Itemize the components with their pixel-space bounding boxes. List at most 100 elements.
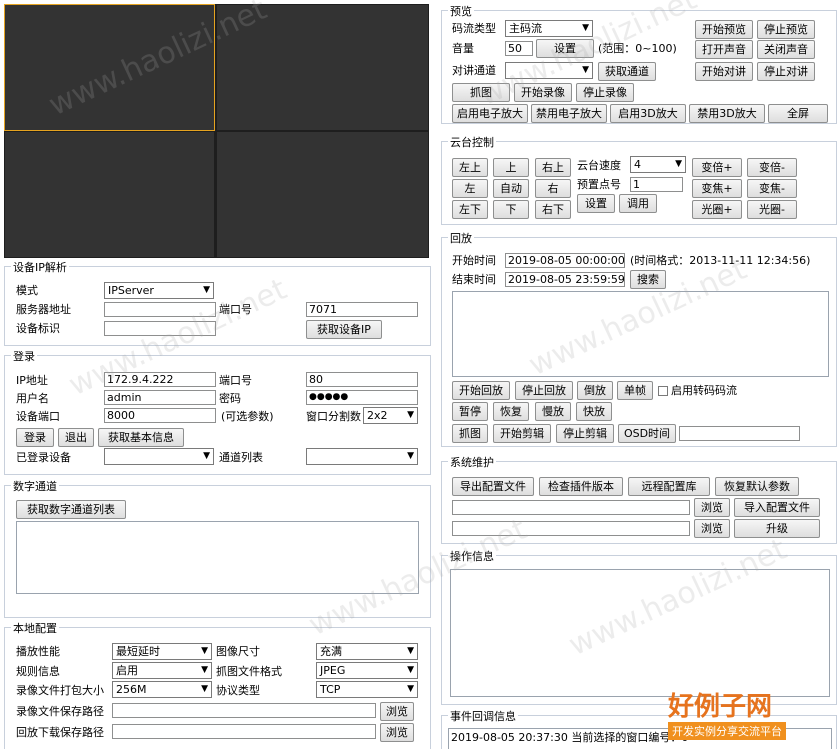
start-talk-button[interactable]: 开始对讲	[695, 62, 753, 81]
stop-talk-button[interactable]: 停止对讲	[757, 62, 815, 81]
reverse-play-button[interactable]: 倒放	[577, 381, 613, 400]
search-button[interactable]: 搜索	[630, 270, 666, 289]
device-id-input[interactable]	[104, 321, 216, 336]
export-config-button[interactable]: 导出配置文件	[452, 477, 534, 496]
transcode-checkbox[interactable]	[658, 386, 668, 396]
import-browse-button[interactable]: 浏览	[694, 498, 730, 517]
start-preview-button[interactable]: 开始预览	[695, 20, 753, 39]
resume-button[interactable]: 恢复	[493, 402, 529, 421]
import-config-button[interactable]: 导入配置文件	[734, 498, 820, 517]
start-clip-button[interactable]: 开始剪辑	[493, 424, 551, 443]
ptz-auto-button[interactable]: 自动	[493, 179, 529, 198]
video-window-2[interactable]	[4, 131, 215, 258]
username-input[interactable]: admin	[104, 390, 216, 405]
volume-input[interactable]: 50	[505, 41, 533, 56]
preset-number-input[interactable]: 1	[630, 177, 683, 192]
talk-channel-label: 对讲通道	[452, 64, 496, 77]
ip-address-input[interactable]: 172.9.4.222	[104, 372, 216, 387]
disable-3d-zoom-button[interactable]: 禁用3D放大	[689, 104, 765, 123]
ptz-up-left-button[interactable]: 左上	[452, 158, 488, 177]
record-path-input[interactable]	[112, 703, 376, 718]
logout-button[interactable]: 退出	[58, 428, 94, 447]
ptz-down-right-button[interactable]: 右下	[535, 200, 571, 219]
download-path-input[interactable]	[112, 724, 376, 739]
restore-default-button[interactable]: 恢复默认参数	[715, 477, 799, 496]
preset-set-button[interactable]: 设置	[577, 194, 615, 213]
capture-button[interactable]: 抓图	[452, 83, 510, 102]
end-time-input[interactable]: 2019-08-05 23:59:59	[505, 272, 625, 287]
video-window-0[interactable]	[4, 4, 215, 131]
osd-time-button[interactable]: OSD时间	[618, 424, 676, 443]
ptz-down-left-button[interactable]: 左下	[452, 200, 488, 219]
focus-in-button[interactable]: 变焦+	[692, 179, 742, 198]
get-channel-button[interactable]: 获取通道	[598, 62, 656, 81]
enable-ezoom-button[interactable]: 启用电子放大	[452, 104, 528, 123]
channel-list-select[interactable]: ▼	[306, 448, 418, 465]
record-path-browse-button[interactable]: 浏览	[380, 702, 414, 721]
focus-out-button[interactable]: 变焦-	[747, 179, 797, 198]
pack-size-select[interactable]: 256M ▼	[112, 681, 212, 698]
device-port-input[interactable]: 8000	[104, 408, 216, 423]
volume-set-button[interactable]: 设置	[536, 39, 594, 58]
stop-preview-button[interactable]: 停止预览	[757, 20, 815, 39]
playback-capture-button[interactable]: 抓图	[452, 424, 488, 443]
mode-select[interactable]: IPServer ▼	[104, 282, 214, 299]
upgrade-file-path-input[interactable]	[452, 521, 690, 536]
zoom-in-button[interactable]: 变倍+	[692, 158, 742, 177]
upgrade-button[interactable]: 升级	[734, 519, 820, 538]
get-basic-info-button[interactable]: 获取基本信息	[98, 428, 184, 447]
stop-record-button[interactable]: 停止录像	[576, 83, 634, 102]
open-sound-button[interactable]: 打开声音	[695, 40, 753, 59]
start-record-button[interactable]: 开始录像	[514, 83, 572, 102]
logged-devices-select[interactable]: ▼	[104, 448, 214, 465]
get-device-ip-button[interactable]: 获取设备IP	[306, 320, 382, 339]
fast-play-button[interactable]: 快放	[576, 402, 612, 421]
password-input[interactable]: ●●●●●	[306, 390, 418, 405]
capture-format-select[interactable]: JPEG ▼	[316, 662, 418, 679]
osd-time-input[interactable]	[679, 426, 800, 441]
ptz-down-button[interactable]: 下	[493, 200, 529, 219]
parse-port-input[interactable]: 7071	[306, 302, 418, 317]
stream-type-select[interactable]: 主码流 ▼	[505, 20, 593, 37]
pause-button[interactable]: 暂停	[452, 402, 488, 421]
iris-out-button[interactable]: 光圈-	[747, 200, 797, 219]
image-size-select[interactable]: 充满 ▼	[316, 643, 418, 660]
start-time-input[interactable]: 2019-08-05 00:00:00	[505, 253, 625, 268]
talk-channel-select[interactable]: ▼	[505, 62, 593, 79]
video-window-3[interactable]	[216, 131, 429, 258]
upgrade-browse-button[interactable]: 浏览	[694, 519, 730, 538]
start-playback-button[interactable]: 开始回放	[452, 381, 510, 400]
slow-play-button[interactable]: 慢放	[535, 402, 571, 421]
digital-channel-list[interactable]	[16, 521, 419, 594]
fullscreen-button[interactable]: 全屏	[768, 104, 828, 123]
close-sound-button[interactable]: 关闭声音	[757, 40, 815, 59]
rule-info-select[interactable]: 启用 ▼	[112, 662, 212, 679]
disable-ezoom-button[interactable]: 禁用电子放大	[531, 104, 607, 123]
login-port-input[interactable]: 80	[306, 372, 418, 387]
ptz-up-button[interactable]: 上	[493, 158, 529, 177]
playback-title: 回放	[448, 230, 474, 246]
ptz-right-button[interactable]: 右	[535, 179, 571, 198]
import-file-path-input[interactable]	[452, 500, 690, 515]
ptz-up-right-button[interactable]: 右上	[535, 158, 571, 177]
protocol-select[interactable]: TCP ▼	[316, 681, 418, 698]
enable-3d-zoom-button[interactable]: 启用3D放大	[610, 104, 686, 123]
server-address-input[interactable]	[104, 302, 216, 317]
play-performance-select[interactable]: 最短延时 ▼	[112, 643, 212, 660]
download-path-browse-button[interactable]: 浏览	[380, 723, 414, 742]
stop-clip-button[interactable]: 停止剪辑	[556, 424, 614, 443]
stop-playback-button[interactable]: 停止回放	[515, 381, 573, 400]
login-button[interactable]: 登录	[16, 428, 54, 447]
remote-config-button[interactable]: 远程配置库	[628, 477, 710, 496]
playback-file-list[interactable]	[452, 291, 829, 377]
iris-in-button[interactable]: 光圈+	[692, 200, 742, 219]
video-window-1[interactable]	[216, 4, 429, 131]
window-split-select[interactable]: 2x2 ▼	[363, 407, 418, 424]
zoom-out-button[interactable]: 变倍-	[747, 158, 797, 177]
ptz-left-button[interactable]: 左	[452, 179, 488, 198]
preset-call-button[interactable]: 调用	[619, 194, 657, 213]
check-plugin-version-button[interactable]: 检查插件版本	[539, 477, 623, 496]
ptz-speed-select[interactable]: 4 ▼	[630, 156, 686, 173]
get-digital-channel-list-button[interactable]: 获取数字通道列表	[16, 500, 126, 519]
single-frame-button[interactable]: 单帧	[617, 381, 653, 400]
